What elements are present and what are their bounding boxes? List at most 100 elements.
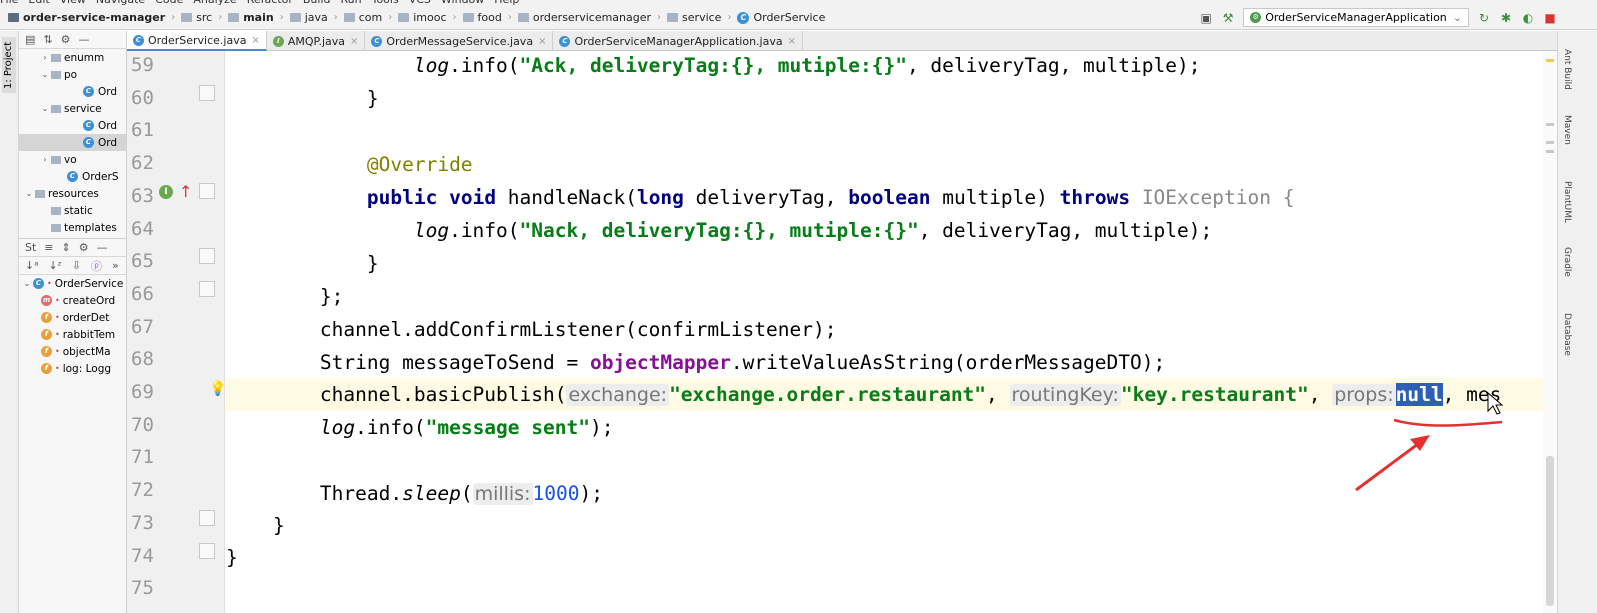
editor-tabs: C OrderService.java × I AMQP.java × C OrderMess… [127,31,1557,51]
breadcrumb-item[interactable]: food › [462,11,518,24]
tool-window-tab[interactable]: Gradle [1560,247,1572,277]
chevron-down-icon[interactable]: ⌄ [39,70,51,79]
gear-icon[interactable]: ⚙ [61,33,71,46]
code-line-68: String messageToSend = objectMapper.writ… [319,351,1166,374]
structure-item-label: OrderService [54,277,124,290]
implements-marker[interactable]: I ↑ [159,184,192,200]
code-line-63: public void handleNack(long deliveryTag,… [366,186,1295,209]
editor-tab[interactable]: C OrderMessageService.java × [365,31,554,51]
collapse-icon[interactable]: ⇅ [43,33,52,46]
sort-alpha-icon[interactable]: ↓ᵃ [25,259,39,272]
tree-item[interactable]: › vo [19,151,126,168]
gear-icon[interactable]: ⚙ [79,241,89,254]
fold-marker[interactable] [199,542,215,559]
code-line-64: log.info("Nack, deliveryTag:{}, mutiple:… [413,219,1213,242]
close-icon[interactable]: × [251,35,259,46]
breadcrumb-item[interactable]: order-service-manager › [8,11,181,24]
build-hammer-icon[interactable]: ⚒ [1221,11,1235,25]
class-icon: C [737,11,750,24]
chevron-down-icon[interactable]: ⌄ [39,104,51,113]
close-icon[interactable]: × [788,36,796,47]
scroll-marker[interactable] [1546,141,1554,144]
run-configuration-select[interactable]: ⚙ OrderServiceManagerApplication ⌄ [1243,8,1469,27]
stop-icon[interactable]: ■ [1543,11,1557,25]
project-structure-icon[interactable]: ▣ [1199,11,1213,25]
breadcrumb-item[interactable]: java › [289,11,344,24]
tree-item[interactable]: C Ord [19,134,126,151]
chevron-right-icon[interactable]: › [39,53,51,62]
folder-icon [51,70,61,79]
more-icon[interactable]: » [112,259,119,272]
tree-item[interactable]: static [19,202,126,219]
line-number: 69 [131,381,154,403]
editor-tab[interactable]: C OrderService.java × [127,31,267,51]
param-hint-routing-key: routingKey: [1009,384,1121,406]
breadcrumb-item[interactable]: imooc › [398,11,462,24]
structure-item[interactable]: f • orderDet [19,309,126,326]
breadcrumb-item[interactable]: src › [181,11,228,24]
properties-icon[interactable]: ⓟ [91,258,102,274]
debug-icon[interactable]: ✱ [1499,11,1513,25]
tree-item[interactable]: C OrderS [19,168,126,185]
structure-item[interactable]: f • objectMa [19,343,126,360]
class-icon: C [67,171,78,182]
sort-icon[interactable]: ≡ [44,241,53,254]
structure-item[interactable]: ⌄ C • OrderService [19,275,126,292]
fold-marker[interactable] [199,509,215,526]
tool-window-tab[interactable]: Maven [1560,115,1572,145]
visibility-icon: • [55,296,60,305]
layout-icon[interactable]: ▤ [25,33,35,46]
tree-item[interactable]: C Ord [19,117,126,134]
structure-item[interactable]: f • log: Logg [19,360,126,377]
scroll-marker[interactable] [1546,123,1554,126]
structure-item-label: objectMa [62,345,111,358]
inherited-icon[interactable]: ⇩ [72,259,81,272]
expand-icon[interactable]: ⇕ [62,241,71,254]
scroll-marker[interactable] [1546,150,1554,153]
folder-icon [181,13,193,22]
editor-tab[interactable]: C OrderServiceManagerApplication.java × [553,31,803,51]
fold-marker[interactable] [199,182,215,199]
breadcrumb-item[interactable]: orderservicemanager › [517,11,667,24]
chevron-right-icon[interactable]: › [39,155,51,164]
tree-item[interactable]: ⌄ resources [19,185,126,202]
tree-item[interactable]: templates [19,219,126,236]
code-editor[interactable]: log.info("Ack, deliveryTag:{}, mutiple:{… [226,51,1557,613]
breadcrumb-item[interactable]: service › [667,11,737,24]
tool-window-tab[interactable]: Ant Build [1560,49,1572,90]
rerun-icon[interactable]: ↻ [1477,11,1491,25]
scroll-thumb[interactable] [1546,456,1554,606]
breadcrumb-item[interactable]: com › [343,11,399,24]
structure-item[interactable]: f • rabbitTem [19,326,126,343]
editor-scrollbar[interactable] [1543,51,1557,613]
minimize-icon[interactable]: — [97,241,108,254]
close-icon[interactable]: × [350,36,358,47]
sort-visibility-icon[interactable]: ↓ᶻ [49,259,62,272]
warning-marker[interactable] [1546,59,1554,62]
tool-window-tab[interactable]: PlantUML [1560,181,1572,223]
tree-item[interactable]: C Ord [19,83,126,100]
structure-item[interactable]: m • createOrd [19,292,126,309]
fold-marker[interactable] [199,84,215,101]
code-line-67: channel.addConfirmListener(confirmListen… [319,318,837,341]
selected-null[interactable]: null [1395,383,1443,406]
close-icon[interactable]: × [538,36,546,47]
lightbulb-icon[interactable]: 💡 [209,381,226,397]
tree-item[interactable]: ⌄ po [19,66,126,83]
breadcrumb-item[interactable]: main › [228,11,290,24]
tree-item-label: service [64,102,102,115]
fold-marker[interactable] [199,280,215,297]
breadcrumb-item[interactable]: C OrderService [737,11,825,24]
project-tool-tab[interactable]: 1: Project [2,37,16,93]
tree-item[interactable]: › enumm [19,49,126,66]
minimize-icon[interactable]: — [79,33,90,46]
folder-icon [289,13,301,22]
fold-marker[interactable] [199,248,215,265]
chevron-down-icon[interactable]: ⌄ [21,279,33,288]
coverage-icon[interactable]: ◐ [1521,11,1535,25]
tool-window-tab[interactable]: Database [1560,313,1572,356]
tree-item[interactable]: ⌄ service [19,100,126,117]
right-tool-stripe: Ant Build Maven PlantUML Gradle Database [1557,31,1597,613]
editor-tab[interactable]: I AMQP.java × [267,31,366,51]
chevron-down-icon[interactable]: ⌄ [23,189,35,198]
